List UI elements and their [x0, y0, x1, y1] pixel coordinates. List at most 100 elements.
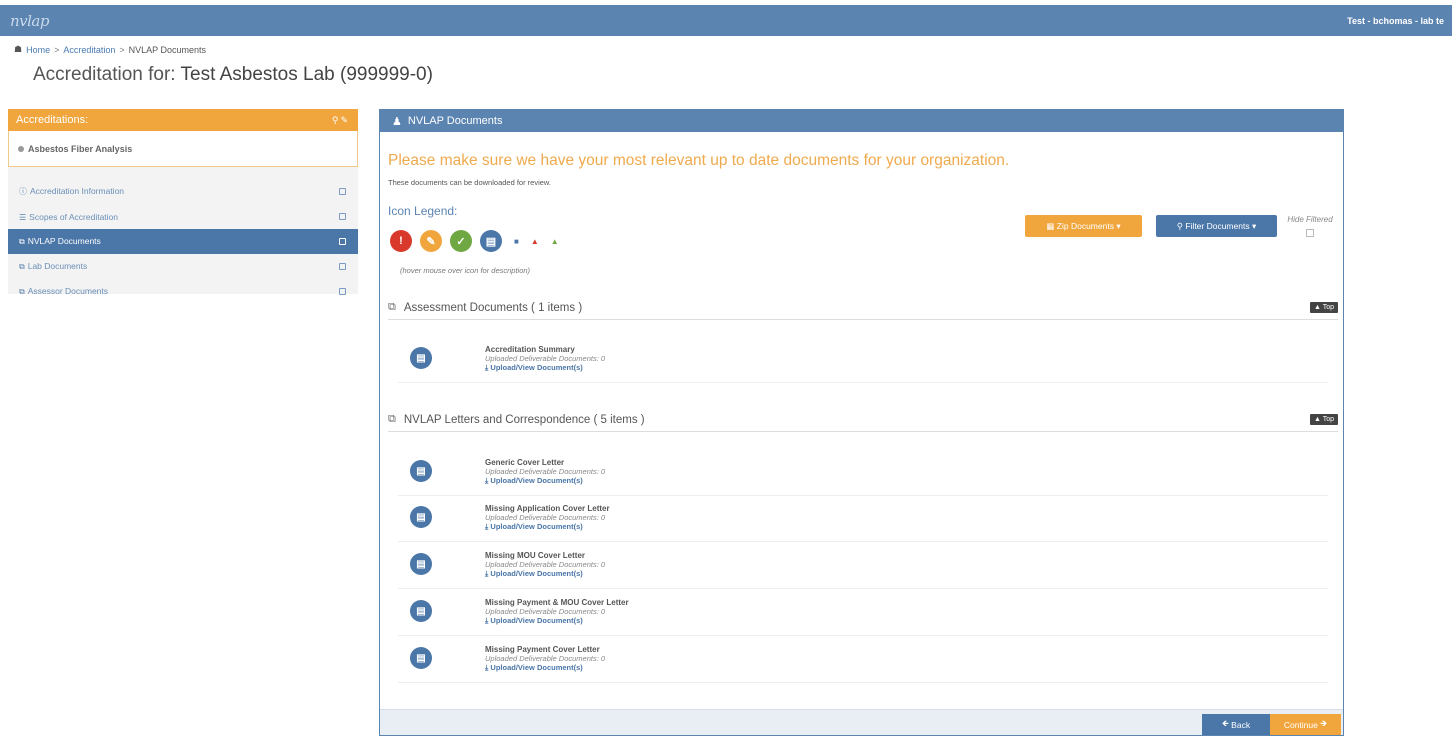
checkbox-icon: [339, 188, 346, 195]
sidebar-header: Accreditations: ⚲✎: [8, 109, 358, 131]
lock-icon[interactable]: ▲: [531, 237, 539, 246]
upload-view-label: Upload/View Document(s): [490, 476, 583, 485]
top-button[interactable]: ▲ Top: [1309, 302, 1338, 313]
info-icon: ⓘ: [19, 187, 27, 196]
upload-view-link[interactable]: ⤓ Upload/View Document(s): [485, 522, 583, 532]
upload-view-label: Upload/View Document(s): [490, 363, 583, 372]
breadcrumb-accreditation[interactable]: Accreditation: [63, 45, 115, 55]
section-nvlap-letters: ⧉ NVLAP Letters and Correspondence ( 5 it…: [388, 408, 1338, 432]
hide-filtered-checkbox[interactable]: [1306, 229, 1314, 237]
upload-view-label: Upload/View Document(s): [490, 569, 583, 578]
section-title: NVLAP Letters and Correspondence ( 5 ite…: [403, 413, 645, 426]
legend-title: Icon Legend:: [388, 204, 458, 218]
document-title: Missing Payment Cover Letter: [485, 645, 600, 654]
edit-icon[interactable]: ✎: [340, 115, 350, 125]
breadcrumb-home[interactable]: Home: [26, 45, 50, 55]
checkbox-icon: [339, 213, 346, 220]
archive-icon: ▦: [1046, 220, 1057, 231]
document-icon[interactable]: ▤: [410, 506, 432, 528]
sidebar-item-accreditation-information[interactable]: ⓘ Accreditation Information: [8, 179, 358, 204]
section-title: Assessment Documents ( 1 items ): [403, 301, 583, 314]
document-row: ▤ Missing MOU Cover Letter Uploaded Deli…: [398, 543, 1328, 589]
sidebar-item-label: Lab Documents: [27, 261, 88, 271]
document-title: Missing Payment & MOU Cover Letter: [485, 598, 629, 607]
document-title: Generic Cover Letter: [485, 458, 565, 467]
panel-header: ♟ NVLAP Documents: [380, 110, 1343, 132]
exclamation-icon[interactable]: !: [390, 230, 412, 252]
document-count: Uploaded Deliverable Documents: 0: [485, 513, 606, 522]
list-icon: ☰: [19, 212, 27, 222]
zip-documents-button[interactable]: ▦ Zip Documents ▾: [1025, 215, 1142, 237]
sidebar-item-label: Scopes of Accreditation: [29, 211, 119, 222]
user-menu[interactable]: Test - bchomas - lab te: [1347, 16, 1444, 26]
document-icon[interactable]: ▤: [480, 230, 502, 252]
page-title-lab: Test Asbestos Lab (999999-0): [180, 64, 433, 85]
document-title: Accreditation Summary: [485, 345, 575, 354]
document-icon[interactable]: ▤: [410, 347, 432, 369]
upload-view-link[interactable]: ⤓ Upload/View Document(s): [485, 663, 583, 673]
document-icon[interactable]: ▤: [410, 647, 432, 669]
checkbox-icon: [339, 238, 346, 245]
document-title: Missing MOU Cover Letter: [485, 551, 586, 560]
document-count: Uploaded Deliverable Documents: 0: [485, 607, 606, 616]
copy-icon: ⧉: [19, 262, 25, 271]
file-icon[interactable]: ■: [514, 237, 519, 246]
sidebar-program[interactable]: Asbestos Fiber Analysis: [8, 131, 358, 167]
document-icon[interactable]: ▤: [410, 553, 432, 575]
notice-subtext: These documents can be downloaded for re…: [388, 178, 552, 187]
top-navbar: nvlap Test - bchomas - lab te: [0, 5, 1452, 36]
back-label: Back: [1231, 719, 1251, 730]
checkbox-icon: [339, 288, 346, 295]
continue-label: Continue: [1283, 719, 1318, 730]
sidebar-item-assessor-documents[interactable]: ⧉ Assessor Documents: [8, 279, 358, 304]
sidebar-item-label: Assessor Documents: [27, 286, 109, 296]
upload-view-link[interactable]: ⤓ Upload/View Document(s): [485, 363, 583, 373]
circle-icon: [18, 145, 24, 152]
document-row: ▤ Accreditation Summary Uploaded Deliver…: [398, 337, 1328, 383]
panel-header-label: NVLAP Documents: [407, 115, 503, 127]
sidebar-item-scopes-of-accreditation[interactable]: ☰ Scopes of Accreditation: [8, 204, 358, 229]
panel-footer: 🡸 Back Continue 🡺: [380, 709, 1343, 735]
sidebar-item-label: Accreditation Information: [30, 186, 125, 196]
zip-documents-label: Zip Documents: [1056, 221, 1114, 231]
breadcrumb: ☗ Home > Accreditation > NVLAP Documents: [14, 44, 206, 55]
page-title: Accreditation for: Test Asbestos Lab (99…: [33, 64, 433, 86]
icon-legend: ! ✎ ✓ ▤ ■ ▲ ▲: [390, 230, 559, 252]
arrow-right-icon: 🡺: [1317, 717, 1328, 728]
document-icon[interactable]: ▤: [410, 600, 432, 622]
arrow-left-icon: 🡸: [1221, 717, 1232, 728]
page-title-prefix: Accreditation for:: [33, 64, 176, 85]
breadcrumb-separator: >: [119, 44, 125, 55]
home-icon: ☗: [14, 44, 23, 54]
top-button[interactable]: ▲ Top: [1309, 414, 1338, 425]
continue-button[interactable]: Continue 🡺: [1270, 714, 1341, 735]
section-assessment-documents: ⧉ Assessment Documents ( 1 items ) ▲ Top: [388, 296, 1338, 320]
breadcrumb-separator: >: [54, 44, 60, 55]
copy-icon: ⧉: [19, 237, 25, 246]
upload-view-label: Upload/View Document(s): [490, 616, 583, 625]
copy-icon: ⧉: [19, 287, 25, 296]
document-icon[interactable]: ▤: [410, 460, 432, 482]
upload-view-link[interactable]: ⤓ Upload/View Document(s): [485, 476, 583, 486]
caret-down-icon: ▾: [1113, 220, 1121, 231]
upload-view-link[interactable]: ⤓ Upload/View Document(s): [485, 616, 583, 626]
document-row: ▤ Generic Cover Letter Uploaded Delivera…: [398, 450, 1328, 496]
unlock-icon[interactable]: ▲: [551, 237, 559, 246]
upload-view-link[interactable]: ⤓ Upload/View Document(s): [485, 569, 583, 579]
nvlap-logo[interactable]: nvlap: [10, 12, 49, 30]
upload-view-label: Upload/View Document(s): [490, 522, 583, 531]
document-title: Missing Application Cover Letter: [485, 504, 610, 513]
sidebar-item-nvlap-documents[interactable]: ⧉ NVLAP Documents: [8, 229, 358, 254]
sidebar-tools: ⚲✎: [332, 115, 350, 126]
copy-icon: ⧉: [388, 301, 396, 313]
filter-documents-label: Filter Documents: [1185, 221, 1250, 231]
tag-icon[interactable]: ✎: [420, 230, 442, 252]
document-count: Uploaded Deliverable Documents: 0: [485, 354, 606, 363]
top-label: Top: [1322, 416, 1334, 423]
filter-documents-button[interactable]: ⚲ Filter Documents ▾: [1156, 215, 1277, 237]
back-button[interactable]: 🡸 Back: [1202, 714, 1270, 735]
sidebar-item-lab-documents[interactable]: ⧉ Lab Documents: [8, 254, 358, 279]
check-icon[interactable]: ✓: [450, 230, 472, 252]
copy-icon: ⧉: [388, 413, 396, 425]
hide-filtered-label: Hide Filtered: [1287, 215, 1333, 224]
